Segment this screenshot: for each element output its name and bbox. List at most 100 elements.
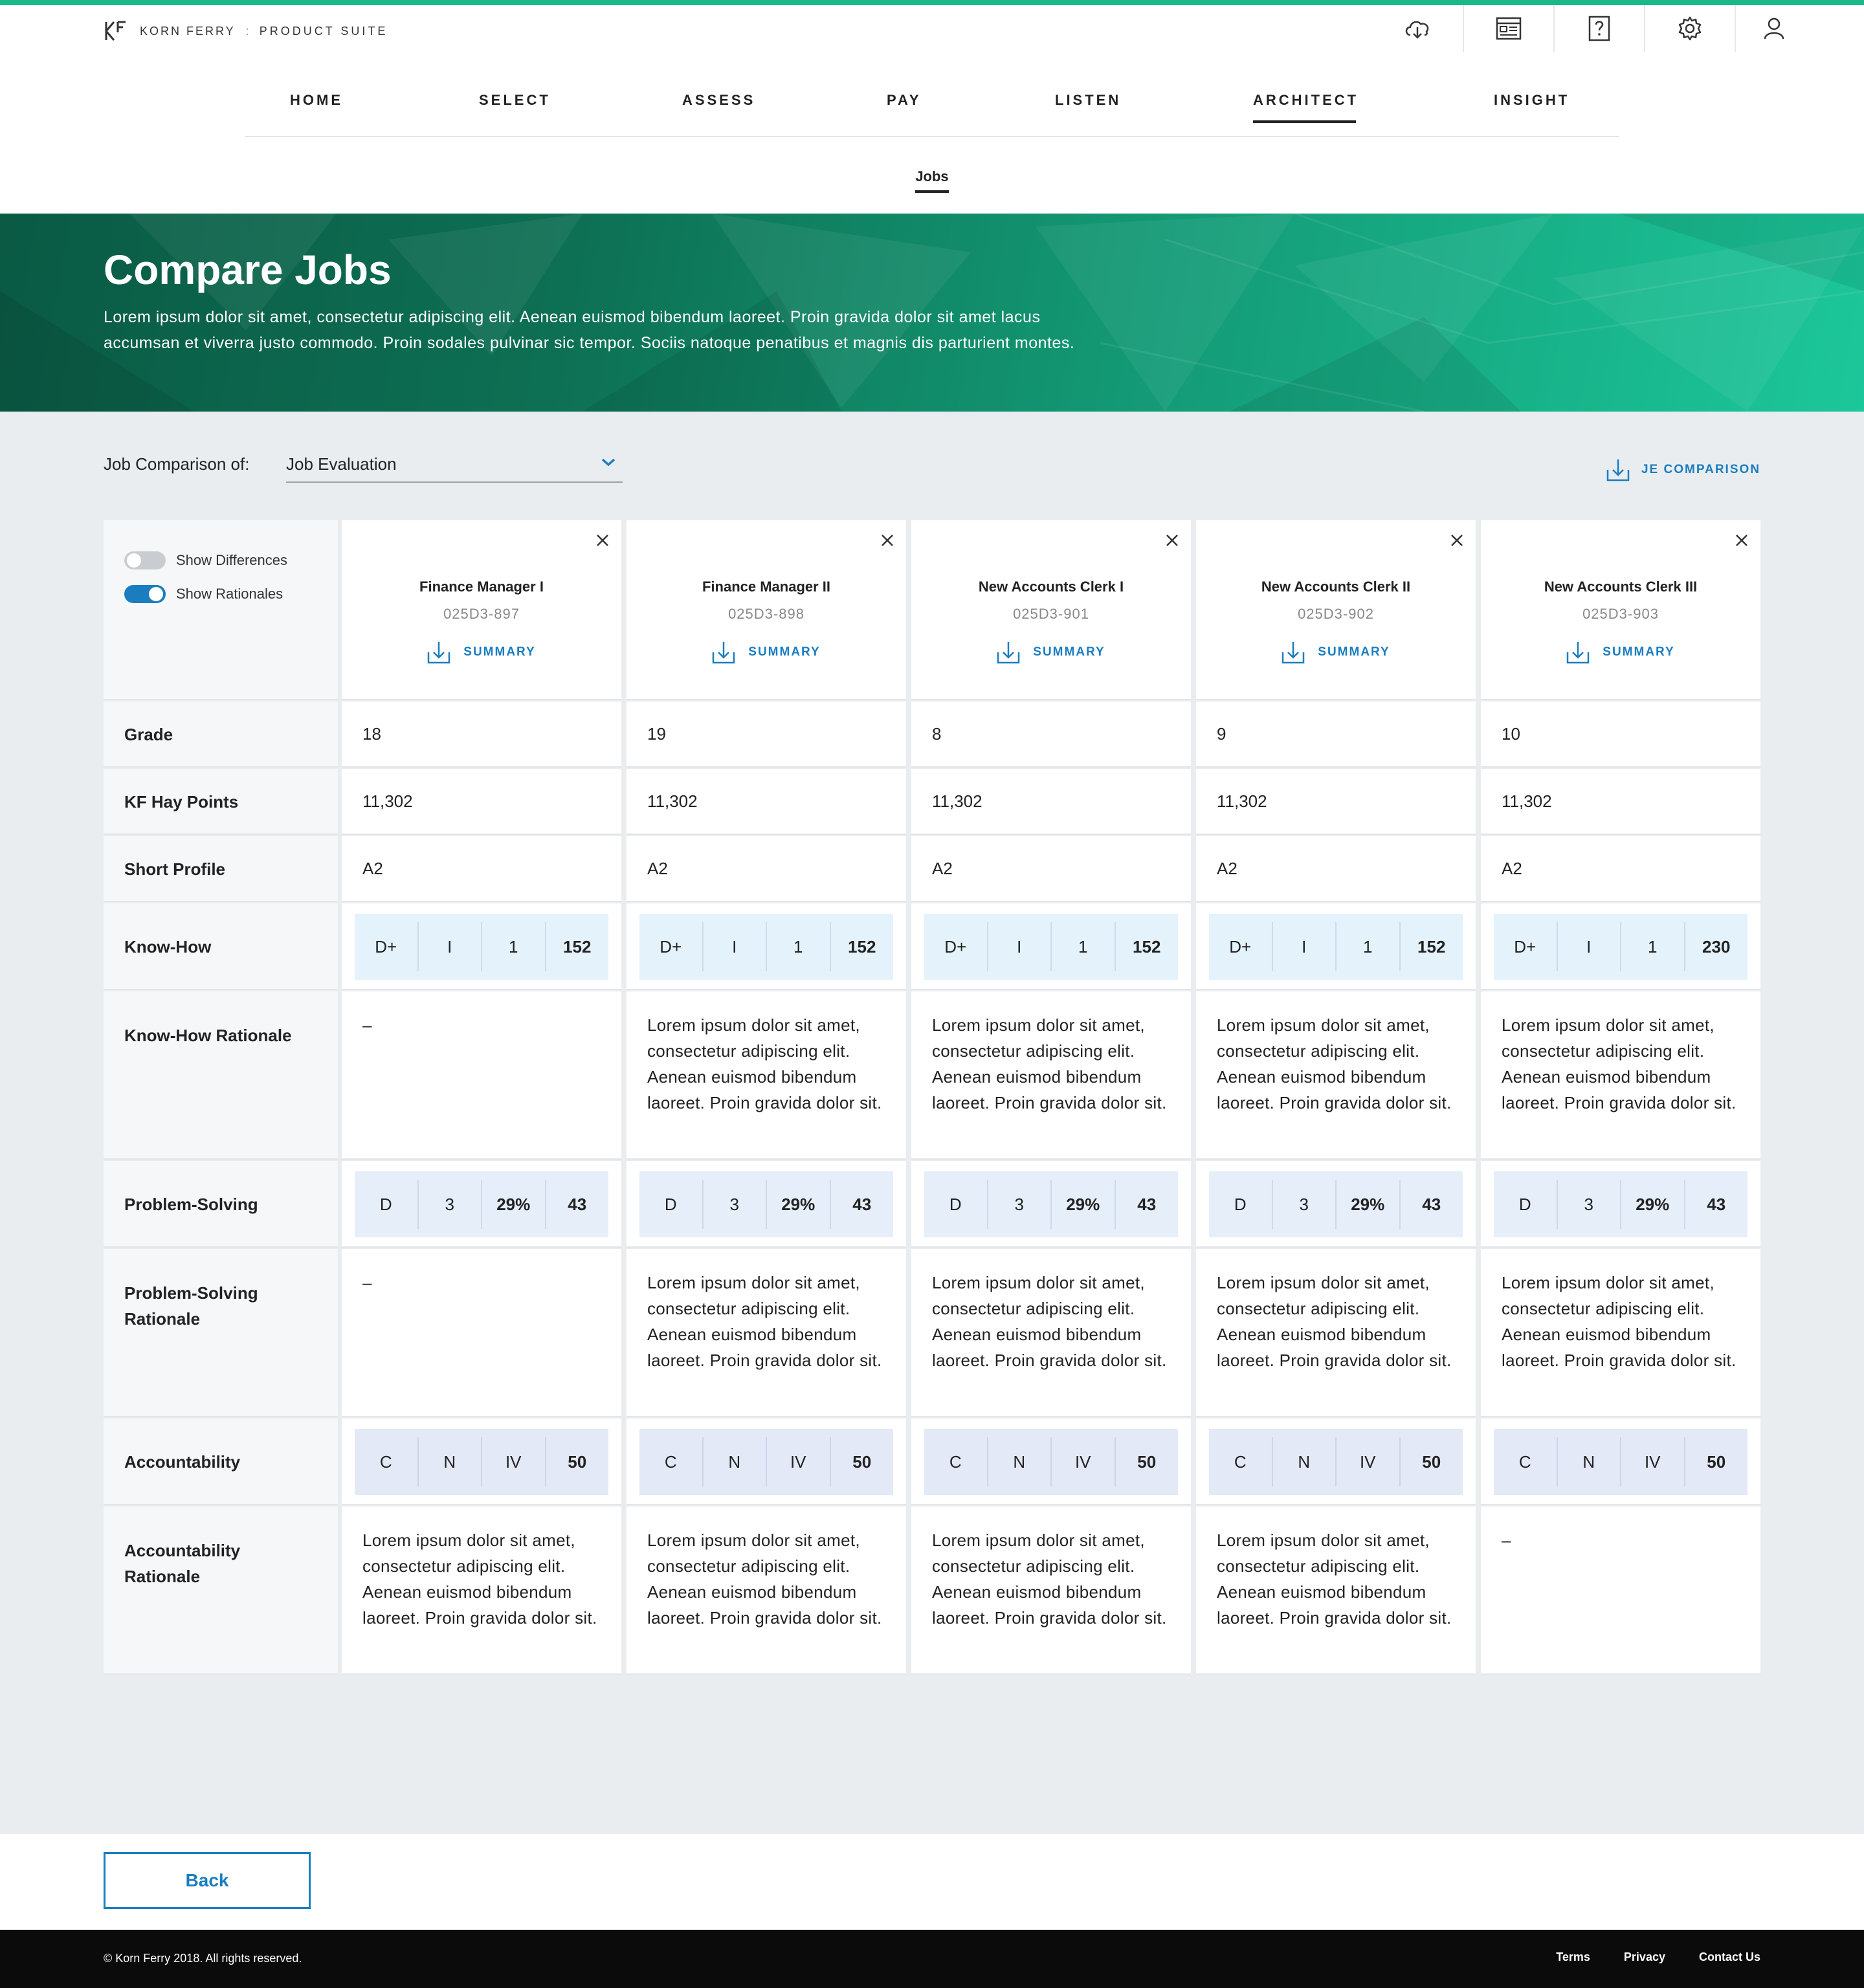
rationale-text: Lorem ipsum dolor sit amet, consectetur … (932, 1273, 1167, 1370)
score-segment: N (986, 1437, 1051, 1486)
je-comparison-download[interactable]: JE COMPARISON (1606, 458, 1760, 481)
score-segment: C (1234, 1452, 1247, 1472)
settings-button[interactable] (1644, 5, 1735, 52)
close-icon[interactable] (880, 533, 894, 547)
table-row-head: Show Differences Show Rationales Finance… (104, 520, 1760, 700)
rationale-text: Lorem ipsum dolor sit amet, consectetur … (647, 1530, 882, 1628)
score-segment: I (1271, 922, 1336, 971)
dashboard-button[interactable] (1463, 5, 1553, 52)
table-row-ac-rat: Accountability Rationale Lorem ipsum dolor… (104, 1507, 1760, 1675)
table-cell: Lorem ipsum dolor sit amet, consectetur … (342, 1507, 621, 1675)
rationale-text: – (1502, 1530, 1511, 1550)
score-segment: 3 (986, 1180, 1051, 1229)
rationale-text: Lorem ipsum dolor sit amet, consectetur … (1502, 1273, 1736, 1370)
score-segment: 50 (1399, 1437, 1463, 1486)
nav-pay[interactable]: PAY (887, 92, 922, 109)
score-segment: 230 (1683, 922, 1748, 971)
comparison-label: Job Comparison of: (104, 454, 250, 474)
score-segment: I (702, 922, 766, 971)
show-differences-switch[interactable] (124, 551, 166, 569)
grade-value: 19 (647, 724, 666, 744)
show-differences-toggle[interactable]: Show Differences (124, 551, 287, 569)
summary-download-button[interactable]: SUMMARY (1196, 641, 1476, 664)
table-cell: 9 (1196, 701, 1476, 768)
summary-download-button[interactable]: SUMMARY (627, 641, 906, 664)
score-segment: 50 (1683, 1437, 1748, 1486)
brand-logo[interactable]: KORN FERRY : PRODUCT SUITE (104, 19, 388, 43)
show-rationales-toggle[interactable]: Show Rationales (124, 585, 283, 603)
score-segment: N (1556, 1437, 1621, 1486)
close-icon[interactable] (1450, 533, 1464, 547)
footer-link-terms[interactable]: Terms (1556, 1950, 1590, 1964)
summary-download-button[interactable]: SUMMARY (911, 641, 1191, 664)
row-label: Short Profile (104, 836, 338, 902)
close-icon[interactable] (1735, 533, 1749, 547)
score-segment: N (417, 1437, 482, 1486)
job-header: New Accounts Clerk III 025D3-903 SUMMARY (1481, 520, 1760, 700)
row-label: Know-How Rationale (104, 991, 338, 1160)
table-cell: – (1481, 1507, 1760, 1675)
row-label: Accountability Rationale (104, 1507, 338, 1675)
nav-listen[interactable]: LISTEN (1055, 92, 1121, 109)
row-label-text: Grade (124, 725, 173, 744)
show-differences-label: Show Differences (176, 552, 288, 568)
help-button[interactable] (1553, 5, 1644, 52)
korn-ferry-logo-icon (105, 21, 126, 41)
score-segment: C (949, 1452, 962, 1472)
ps-score-pill: D 3 29% 43 (639, 1171, 893, 1237)
chevron-down-icon (601, 458, 616, 467)
kh-score-pill: D+ I 1 152 (1209, 914, 1463, 980)
nav-home[interactable]: HOME (290, 92, 343, 109)
footer-link-privacy[interactable]: Privacy (1624, 1950, 1665, 1964)
profile-value: A2 (1217, 859, 1237, 878)
nav-insight[interactable]: INSIGHT (1494, 92, 1570, 109)
rationale-text: Lorem ipsum dolor sit amet, consectetur … (1217, 1015, 1452, 1112)
row-label: Problem-Solving (104, 1161, 338, 1248)
grade-value: 8 (932, 724, 942, 744)
nav-architect[interactable]: ARCHITECT (1253, 92, 1359, 123)
help-icon (1588, 16, 1610, 41)
table-cell: A2 (1196, 836, 1476, 902)
subnav-jobs[interactable]: Jobs (915, 168, 949, 193)
score-segment: 29% (481, 1180, 545, 1229)
download-icon (997, 642, 1020, 664)
rationale-text: Lorem ipsum dolor sit amet, consectetur … (647, 1015, 882, 1112)
rationale-text: – (362, 1015, 372, 1035)
summary-label: SUMMARY (1603, 645, 1675, 659)
nav-assess[interactable]: ASSESS (682, 92, 755, 109)
job-code: 025D3-902 (1298, 606, 1374, 622)
ps-score-pill: D 3 29% 43 (355, 1171, 608, 1237)
table-cell: 8 (911, 701, 1191, 768)
row-label-text: Know-How Rationale (124, 1026, 292, 1045)
action-bar: Back (0, 1834, 1864, 1930)
table-row-ps: Problem-Solving D 3 29% 43 D 3 29% 43 D 3 29% 43 D 3 29… (104, 1161, 1760, 1248)
job-title: New Accounts Clerk I (978, 579, 1124, 595)
score-segment: I (1556, 922, 1621, 971)
score-segment: C (379, 1452, 392, 1472)
table-cell: Lorem ipsum dolor sit amet, consectetur … (911, 991, 1191, 1160)
table-cell: C N IV 50 (1481, 1419, 1760, 1505)
table-cell: Lorem ipsum dolor sit amet, consectetur … (1481, 991, 1760, 1160)
table-row-profile: Short Profile A2 A2 A2 A2 A2 (104, 836, 1760, 902)
show-rationales-switch[interactable] (124, 585, 166, 603)
score-segment: D+ (944, 936, 967, 956)
rationale-text: Lorem ipsum dolor sit amet, consectetur … (1502, 1015, 1736, 1112)
summary-download-button[interactable]: SUMMARY (1481, 641, 1760, 664)
rationale-text: Lorem ipsum dolor sit amet, consectetur … (1217, 1273, 1452, 1370)
score-segment: D+ (660, 936, 682, 956)
footer-link-contact[interactable]: Contact Us (1699, 1950, 1760, 1964)
profile-button[interactable] (1735, 5, 1812, 52)
table-cell: Lorem ipsum dolor sit amet, consectetur … (1196, 1249, 1476, 1417)
nav-select[interactable]: SELECT (479, 92, 551, 109)
close-icon[interactable] (595, 533, 610, 547)
back-button[interactable]: Back (104, 1852, 311, 1909)
comparison-select[interactable]: Job Evaluation (286, 447, 623, 483)
table-cell: D 3 29% 43 (627, 1161, 906, 1248)
kh-score-pill: D+ I 1 230 (1494, 914, 1748, 980)
summary-label: SUMMARY (1318, 645, 1390, 659)
close-icon[interactable] (1165, 533, 1179, 547)
score-segment: D (1234, 1194, 1247, 1214)
summary-download-button[interactable]: SUMMARY (342, 641, 621, 664)
download-button[interactable] (1372, 5, 1463, 52)
job-header: New Accounts Clerk I 025D3-901 SUMMARY (911, 520, 1191, 700)
